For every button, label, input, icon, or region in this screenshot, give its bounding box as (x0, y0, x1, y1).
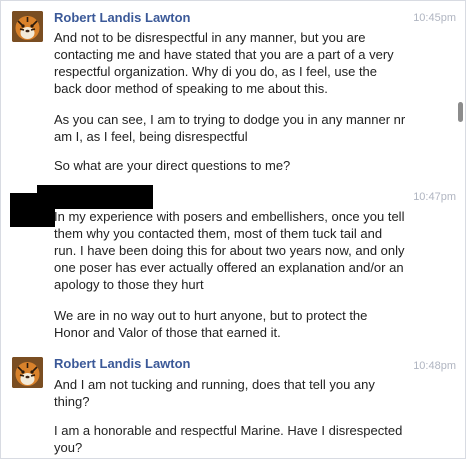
chat-conversation: Robert Landis Lawton 10:45pm And not to … (0, 0, 466, 459)
message-text: I am a honorable and respectful Marine. … (54, 423, 403, 455)
tiger-avatar-icon[interactable] (12, 11, 43, 42)
message-timestamp: 10:45pm (413, 12, 456, 24)
redacted-avatar-block (10, 193, 55, 227)
message-text: So what are your direct questions to me? (54, 158, 291, 173)
message-text: We are in no way out to hurt anyone, but… (54, 308, 368, 340)
message-text: And I am not tucking and running, does t… (54, 377, 375, 409)
message-text: As you can see, I am to trying to dodge … (54, 112, 406, 144)
message-timestamp: 10:47pm (413, 191, 456, 203)
message-text: In my experience with posers and embelli… (54, 209, 405, 292)
sender-name[interactable]: Robert Landis Lawton (54, 356, 191, 371)
sender-name[interactable]: Robert Landis Lawton (54, 10, 191, 25)
message-text: And not to be disrespectful in any manne… (54, 30, 394, 96)
tiger-avatar-icon[interactable] (12, 357, 43, 388)
message-timestamp: 10:48pm (413, 360, 456, 372)
scrollbar-thumb[interactable] (458, 102, 463, 122)
